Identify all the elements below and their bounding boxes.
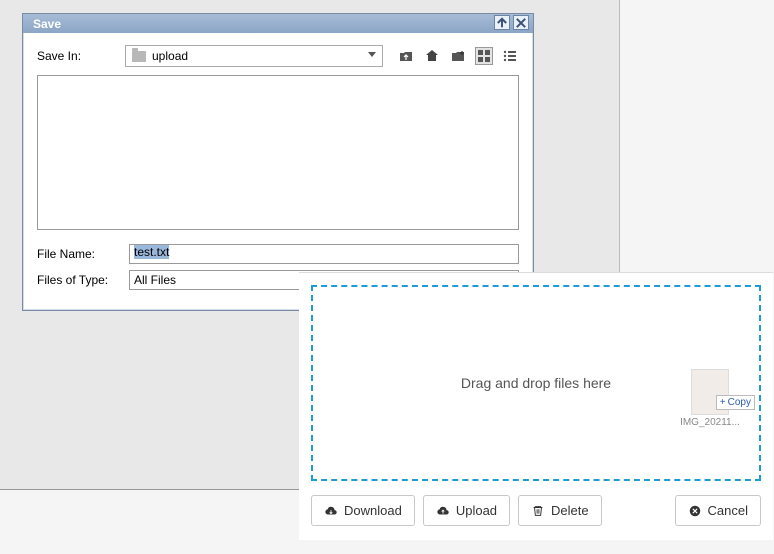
cancel-icon xyxy=(688,504,702,518)
upload-label: Upload xyxy=(456,503,497,518)
file-name-value: test.txt xyxy=(134,245,169,259)
location-value: upload xyxy=(152,49,188,63)
cloud-upload-icon xyxy=(436,504,450,518)
trash-icon xyxy=(531,504,545,518)
grid-view-icon[interactable] xyxy=(475,47,493,65)
file-list-area[interactable] xyxy=(37,75,519,230)
dialog-titlebar[interactable]: Save xyxy=(23,14,533,33)
dropzone[interactable]: Drag and drop files here +Copy IMG_20211… xyxy=(311,285,761,481)
new-folder-icon[interactable] xyxy=(449,47,467,65)
copy-label: Copy xyxy=(728,397,751,408)
folder-icon xyxy=(132,51,146,62)
button-row: Download Upload Delete Cancel xyxy=(311,495,761,526)
save-in-label: Save In: xyxy=(37,49,117,63)
file-name-label: IMG_20211... xyxy=(675,417,745,428)
up-folder-icon[interactable] xyxy=(397,47,415,65)
file-toolbar xyxy=(397,47,519,65)
titlebar-buttons xyxy=(494,15,529,30)
cloud-download-icon xyxy=(324,504,338,518)
files-of-type-value: All Files xyxy=(134,273,176,287)
file-name-input[interactable]: test.txt xyxy=(129,244,519,264)
location-select[interactable]: upload xyxy=(125,45,383,67)
dropzone-text: Drag and drop files here xyxy=(461,375,611,391)
list-view-icon[interactable] xyxy=(501,47,519,65)
copy-badge: +Copy xyxy=(716,395,755,410)
dialog-title: Save xyxy=(33,17,61,31)
home-icon[interactable] xyxy=(423,47,441,65)
dialog-body: Save In: upload File Name: test.txt File… xyxy=(23,33,533,310)
upload-panel: Drag and drop files here +Copy IMG_20211… xyxy=(299,272,773,540)
cancel-label: Cancel xyxy=(708,503,748,518)
chevron-down-icon xyxy=(368,52,376,57)
file-name-label: File Name: xyxy=(37,247,129,261)
save-dialog: Save Save In: upload File Name: t xyxy=(22,13,534,311)
files-of-type-label: Files of Type: xyxy=(37,273,129,287)
dropped-file[interactable]: +Copy IMG_20211... xyxy=(675,369,745,428)
download-label: Download xyxy=(344,503,402,518)
download-button[interactable]: Download xyxy=(311,495,415,526)
detach-button[interactable] xyxy=(494,15,510,30)
delete-label: Delete xyxy=(551,503,589,518)
close-button[interactable] xyxy=(513,15,529,30)
upload-button[interactable]: Upload xyxy=(423,495,510,526)
cancel-button[interactable]: Cancel xyxy=(675,495,761,526)
plus-icon: + xyxy=(720,397,726,408)
delete-button[interactable]: Delete xyxy=(518,495,602,526)
